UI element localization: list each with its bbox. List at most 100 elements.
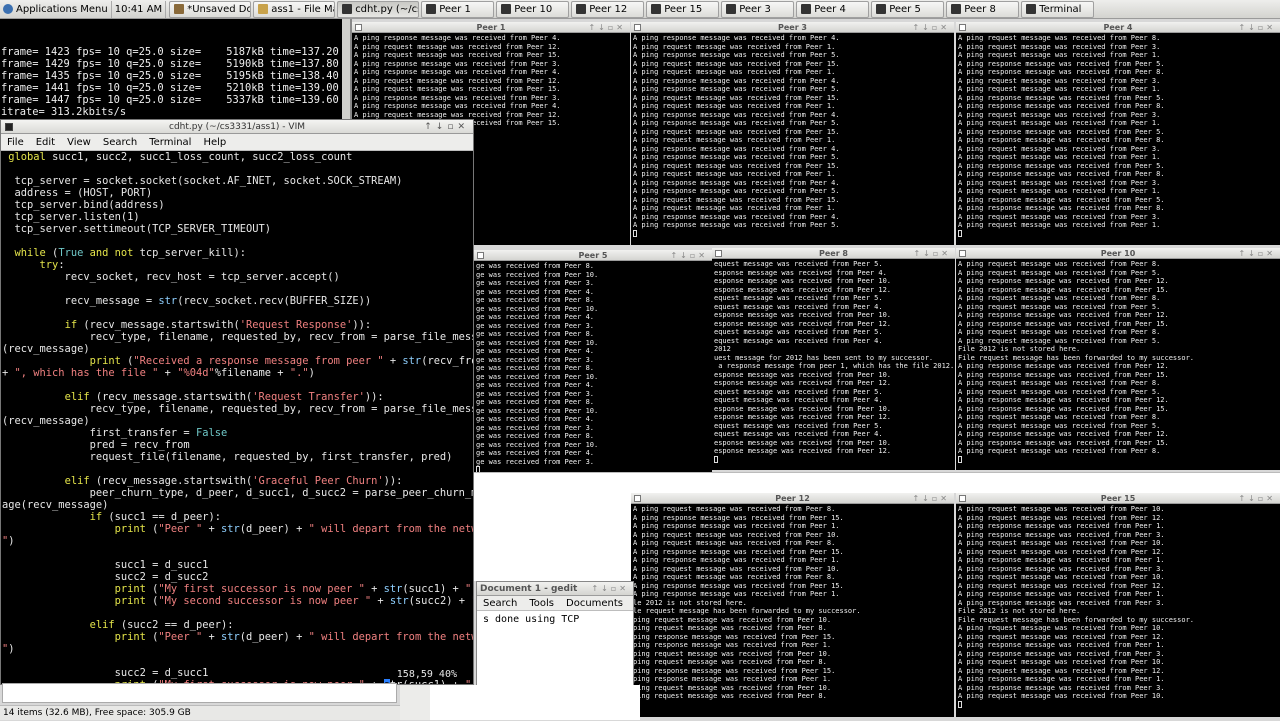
terminal-line: frame= 1441 fps= 10 q=25.0 size= 5210kB …: [1, 82, 350, 94]
log-line: A ping request message was received from…: [958, 34, 1161, 42]
window-controls[interactable]: ↑↓▫✕: [1238, 493, 1276, 504]
menu-item[interactable]: Help: [197, 137, 232, 148]
ffmpeg-terminal-window[interactable]: frame= 1423 fps= 10 q=25.0 size= 5187kB …: [0, 19, 350, 119]
peer-10-window[interactable]: Peer 10 ↑↓▫✕ A ping request message was re…: [956, 248, 1280, 470]
task-button[interactable]: Peer 5: [871, 0, 945, 18]
log-line: ping request message was received from P…: [633, 615, 832, 624]
log-line: ping response message was received from …: [633, 666, 836, 675]
menu-item[interactable]: Search: [477, 598, 523, 609]
ffmpeg-scrollbar[interactable]: [342, 19, 350, 119]
peer12-titlebar[interactable]: Peer 12 ↑↓▫✕: [631, 493, 954, 504]
peer-12-window[interactable]: Peer 12 ↑↓▫✕ A ping request message was re…: [631, 493, 954, 717]
menu-item[interactable]: Tools: [523, 598, 560, 609]
task-button[interactable]: Peer 15: [646, 0, 720, 18]
log-line: A ping response message was received fro…: [958, 362, 1169, 370]
peer-15-window[interactable]: Peer 15 ↑↓▫✕ A ping request message was re…: [956, 493, 1280, 717]
log-line: A ping response message was received fro…: [958, 430, 1169, 438]
task-button[interactable]: Terminal: [1021, 0, 1095, 18]
gedit-text-area[interactable]: s done using TCP: [477, 611, 633, 628]
task-button[interactable]: ass1 - File Ma...: [253, 0, 336, 18]
log-line: A ping response message was received fro…: [958, 161, 1165, 170]
peer1-titlebar[interactable]: Peer 1 ↑↓▫✕: [352, 22, 630, 33]
menu-item[interactable]: Documents: [560, 598, 629, 609]
window-controls[interactable]: ↑↓▫✕: [591, 582, 629, 596]
window-controls[interactable]: ↑↓▫✕: [912, 22, 950, 33]
clock[interactable]: 10:41 AM: [110, 0, 167, 18]
file-manager-location-bar[interactable]: [2, 683, 397, 703]
vim-window[interactable]: cdht.py (~/cs3331/ass1) - VIM ↑↓▫✕ File E…: [0, 119, 474, 685]
log-line: A ping response message was received fro…: [633, 221, 840, 229]
terminal-line: frame= 1429 fps= 10 q=25.0 size= 5190kB …: [1, 58, 350, 70]
peer15-titlebar[interactable]: Peer 15 ↑↓▫✕: [956, 493, 1280, 504]
window-title: Peer 15: [1100, 494, 1136, 503]
terminal-icon: [634, 495, 641, 502]
menu-item[interactable]: Search: [97, 137, 143, 148]
menu-item[interactable]: View: [61, 137, 97, 148]
task-button[interactable]: Peer 10: [496, 0, 570, 18]
vim-titlebar[interactable]: cdht.py (~/cs3331/ass1) - VIM ↑↓▫✕: [1, 120, 473, 134]
window-controls[interactable]: ↑↓▫✕: [912, 493, 950, 504]
peer-8-window[interactable]: Peer 8 ↑↓▫✕ equest message was received fr…: [712, 248, 955, 470]
terminal-icon: [651, 4, 662, 14]
log-line: esponse message was received from Peer 1…: [714, 311, 892, 319]
menu-item[interactable]: Edit: [30, 137, 61, 148]
terminal-icon: [876, 4, 887, 14]
peer-log: A ping request message was received from…: [956, 33, 1280, 239]
terminal-line: frame= 1435 fps= 10 q=25.0 size= 5195kB …: [1, 70, 350, 82]
log-line: A ping request message was received from…: [958, 658, 1165, 666]
log-line: ge was received from Peer 3.: [476, 279, 595, 287]
peer10-titlebar[interactable]: Peer 10 ↑↓▫✕: [956, 248, 1280, 259]
task-button[interactable]: Peer 3: [721, 0, 795, 18]
peer8-titlebar[interactable]: Peer 8 ↑↓▫✕: [712, 248, 955, 259]
log-line: ping request message was received from P…: [633, 683, 832, 692]
log-line: A ping response message was received fro…: [633, 85, 840, 93]
log-line: A ping response message was received fro…: [958, 590, 1165, 598]
menu-item[interactable]: File: [1, 137, 30, 148]
log-line: A ping response message was received fro…: [633, 51, 840, 59]
folder-icon: [258, 4, 269, 14]
window-controls[interactable]: ↑↓▫✕: [424, 120, 469, 134]
window-title: Peer 1: [476, 23, 506, 32]
task-button[interactable]: Peer 4: [796, 0, 870, 18]
task-button-label: Peer 4: [814, 3, 846, 15]
log-line: A ping response message was received fro…: [958, 530, 1165, 539]
log-line: A ping request message was received from…: [958, 42, 1161, 51]
log-line: ping request message was received from P…: [633, 649, 832, 658]
log-line: ge was received from Peer 8.: [476, 398, 595, 406]
log-line: A ping request message was received from…: [633, 564, 840, 573]
window-controls[interactable]: ↑↓▫✕: [913, 248, 951, 259]
log-line: A ping request message was received from…: [354, 76, 561, 85]
terminal-line: frame= 1423 fps= 10 q=25.0 size= 5187kB …: [1, 46, 350, 58]
menu-item[interactable]: Help: [629, 598, 633, 609]
task-button[interactable]: Peer 8: [946, 0, 1020, 18]
log-line: A ping request message was received from…: [633, 42, 836, 51]
window-controls[interactable]: ↑↓▫✕: [1238, 22, 1276, 33]
peer5-titlebar[interactable]: Peer 5 ↑↓▫✕: [474, 250, 712, 261]
log-line: A ping request message was received from…: [354, 110, 561, 119]
peer4-titlebar[interactable]: Peer 4 ↑↓▫✕: [956, 22, 1280, 33]
log-line: ge was received from Peer 10.: [476, 372, 599, 381]
task-button[interactable]: Peer 12: [571, 0, 645, 18]
applications-menu-button[interactable]: Applications Menu: [0, 1, 111, 18]
code-editor[interactable]: global succ1, succ2, succ1_loss_count, s…: [1, 151, 473, 684]
task-button[interactable]: cdht.py (~/cs3...: [337, 0, 420, 18]
window-controls[interactable]: ↑↓▫✕: [1238, 248, 1276, 259]
peer-3-window[interactable]: Peer 3 ↑↓▫✕ A ping response message was re…: [631, 22, 954, 245]
task-button-label: Peer 10: [514, 3, 553, 15]
menu-item[interactable]: Terminal: [143, 137, 197, 148]
terminal-icon: [959, 495, 966, 502]
peer-4-window[interactable]: Peer 4 ↑↓▫✕ A ping request message was rec…: [956, 22, 1280, 245]
vim-menubar: File Edit View Search Terminal Help: [1, 134, 473, 151]
log-line: A ping response message was received fro…: [958, 404, 1169, 413]
task-button[interactable]: *Unsaved Doc...: [169, 0, 252, 18]
peer3-titlebar[interactable]: Peer 3 ↑↓▫✕: [631, 22, 954, 33]
peer-5-window[interactable]: Peer 5 ↑↓▫✕ ge was received from Peer 8. ge…: [474, 250, 712, 472]
terminal-icon: [801, 4, 812, 14]
log-line: A ping request message was received from…: [958, 413, 1161, 421]
window-controls[interactable]: ↑↓▫✕: [588, 22, 626, 33]
task-button[interactable]: Peer 1: [421, 0, 495, 18]
vim-statusline: 158,59 40%: [396, 669, 457, 680]
log-line: A ping request message was received from…: [958, 153, 1161, 161]
window-controls[interactable]: ↑↓▫✕: [670, 250, 708, 261]
gedit-titlebar[interactable]: Document 1 - gedit ↑↓▫✕: [477, 582, 633, 596]
